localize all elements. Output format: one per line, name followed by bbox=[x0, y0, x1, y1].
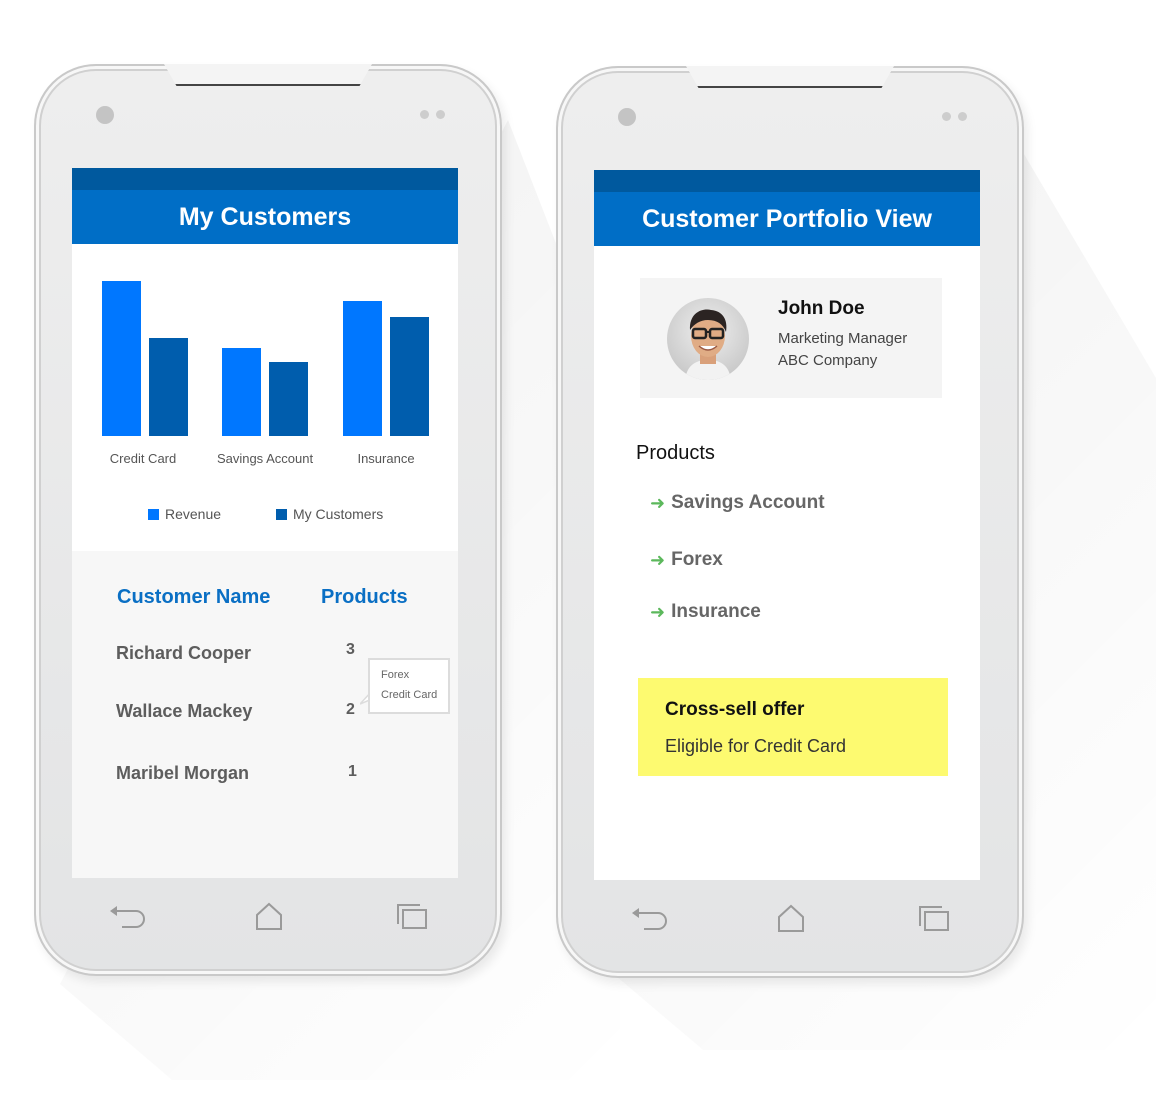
page-title: Customer Portfolio View bbox=[594, 192, 980, 246]
front-camera-icon bbox=[96, 106, 114, 124]
customer-name[interactable]: Wallace Mackey bbox=[116, 701, 252, 722]
bar-my-customers-credit-card[interactable] bbox=[149, 338, 188, 436]
bar-revenue-insurance[interactable] bbox=[343, 301, 382, 436]
customer-table: Customer Name Products Richard Cooper 3 … bbox=[72, 551, 458, 878]
product-label: Forex bbox=[671, 549, 723, 570]
legend-swatch bbox=[276, 508, 287, 520]
home-button-icon[interactable] bbox=[776, 904, 806, 934]
legend-item-revenue: Revenue bbox=[148, 506, 221, 522]
bar-revenue-savings-account[interactable] bbox=[222, 347, 261, 436]
home-button-icon[interactable] bbox=[254, 902, 284, 932]
x-tick-label: Savings Account bbox=[216, 451, 314, 466]
person-photo-icon bbox=[685, 309, 731, 380]
recent-apps-button-icon[interactable] bbox=[918, 904, 950, 932]
legend-swatch bbox=[148, 508, 159, 520]
page-title: My Customers bbox=[72, 190, 458, 244]
product-count[interactable]: 1 bbox=[348, 763, 357, 781]
product-label: Insurance bbox=[671, 601, 761, 622]
product-item[interactable]: ➜ Savings Account bbox=[650, 492, 825, 514]
sensor-dot bbox=[420, 110, 429, 119]
sensor-dot bbox=[958, 112, 967, 121]
bar-my-customers-savings-account[interactable] bbox=[269, 361, 308, 436]
bar-revenue-credit-card[interactable] bbox=[102, 281, 141, 436]
x-tick-label: Credit Card bbox=[109, 451, 177, 466]
product-label: Savings Account bbox=[671, 492, 825, 513]
legend-label: Revenue bbox=[165, 506, 222, 522]
customer-name[interactable]: Maribel Morgan bbox=[116, 763, 249, 784]
customer-name[interactable]: Richard Cooper bbox=[116, 643, 251, 664]
phone-left: My Customers Credit Card Savings Account… bbox=[34, 64, 502, 976]
bar-my-customers-insurance[interactable] bbox=[390, 316, 429, 436]
product-count[interactable]: 3 bbox=[346, 641, 355, 659]
recent-apps-button-icon[interactable] bbox=[396, 902, 428, 930]
x-tick-label: Insurance bbox=[357, 451, 415, 466]
legend-label: My Customers bbox=[293, 506, 384, 522]
product-count[interactable]: 2 bbox=[346, 701, 355, 719]
front-camera-icon bbox=[618, 108, 636, 126]
sensor-dot bbox=[942, 112, 951, 121]
customer-profile-card[interactable]: John Doe Marketing Manager ABC Company bbox=[640, 278, 942, 398]
speaker-notch bbox=[686, 66, 894, 88]
cross-sell-offer-card[interactable]: Cross-sell offer Eligible for Credit Car… bbox=[638, 678, 948, 776]
arrow-right-icon: ➜ bbox=[650, 549, 666, 570]
back-button-icon[interactable] bbox=[108, 904, 148, 930]
tooltip-item: Credit Card bbox=[381, 689, 438, 701]
customer-role: Marketing Manager bbox=[778, 330, 908, 347]
column-header-customer-name[interactable]: Customer Name bbox=[117, 586, 270, 609]
column-header-products[interactable]: Products bbox=[321, 586, 408, 609]
phone-right: Customer Portfolio View John Doe Marketi… bbox=[556, 66, 1024, 978]
products-heading: Products bbox=[636, 442, 715, 464]
screen: Customer Portfolio View John Doe Marketi… bbox=[594, 170, 980, 880]
product-item[interactable]: ➜ Insurance bbox=[650, 601, 761, 623]
bar-chart: Credit Card Savings Account Insurance Re… bbox=[72, 244, 458, 551]
speaker-notch bbox=[164, 64, 372, 86]
tooltip-item: Forex bbox=[381, 669, 410, 681]
status-bar bbox=[72, 168, 458, 190]
offer-text: Eligible for Credit Card bbox=[665, 736, 847, 756]
avatar bbox=[667, 298, 749, 380]
customer-company: ABC Company bbox=[778, 352, 878, 369]
offer-title: Cross-sell offer bbox=[665, 699, 805, 720]
status-bar bbox=[594, 170, 980, 192]
product-item[interactable]: ➜ Forex bbox=[650, 549, 723, 571]
screen: My Customers Credit Card Savings Account… bbox=[72, 168, 458, 878]
sensor-dot bbox=[436, 110, 445, 119]
products-tooltip: Forex Credit Card bbox=[368, 658, 450, 714]
arrow-right-icon: ➜ bbox=[650, 492, 666, 513]
arrow-right-icon: ➜ bbox=[650, 601, 666, 622]
customer-name: John Doe bbox=[778, 298, 865, 319]
legend-item-my-customers: My Customers bbox=[276, 506, 383, 522]
back-button-icon[interactable] bbox=[630, 906, 670, 932]
